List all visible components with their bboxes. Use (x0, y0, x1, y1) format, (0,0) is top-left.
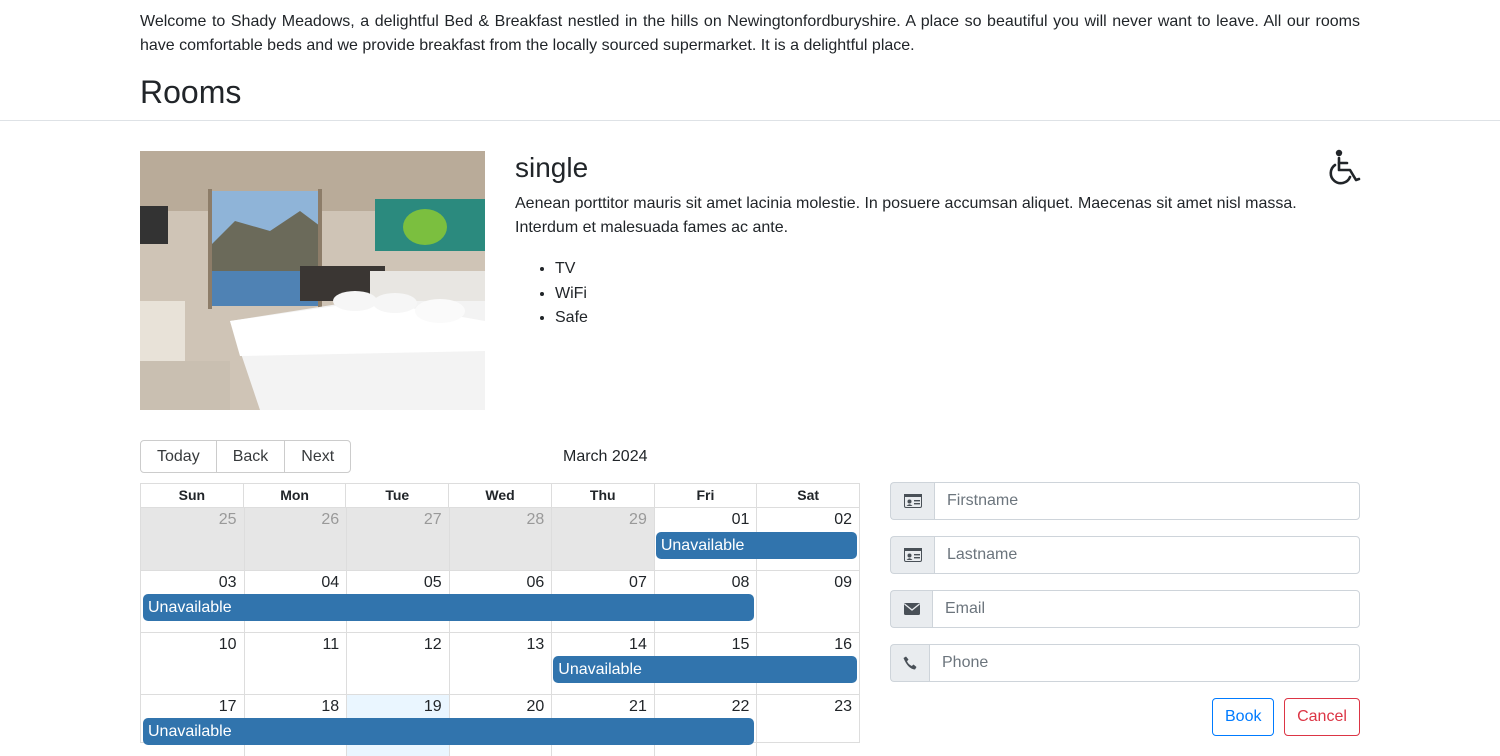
lastname-input[interactable] (934, 536, 1360, 574)
day-number: 18 (321, 698, 340, 715)
unavailable-event[interactable]: Unavailable (655, 532, 857, 559)
day-number: 22 (731, 698, 750, 715)
day-number: 19 (423, 698, 442, 715)
firstname-group (890, 482, 1360, 520)
weekday-label: Mon (242, 484, 346, 507)
day-number: 14 (629, 636, 647, 653)
calendar-day-cell[interactable]: 12 (346, 633, 449, 694)
email-input[interactable] (932, 590, 1360, 628)
day-number: 08 (731, 574, 750, 591)
day-number: 23 (834, 698, 852, 715)
feature-item: Safe (555, 306, 588, 331)
day-number: 15 (731, 636, 750, 653)
calendar-day-cell[interactable]: 28 (448, 508, 552, 570)
today-button[interactable]: Today (140, 440, 217, 473)
feature-item: WiFi (555, 282, 588, 307)
calendar-day-cell[interactable]: 13 (448, 633, 552, 694)
back-button[interactable]: Back (215, 440, 286, 473)
calendar-day-cell[interactable]: 11 (243, 633, 347, 694)
envelope-icon (890, 590, 932, 628)
section-divider (0, 120, 1500, 121)
day-number: 11 (322, 636, 340, 653)
room-features-list: TV WiFi Safe (515, 257, 588, 331)
day-number: 04 (321, 574, 340, 591)
day-number: 17 (218, 698, 237, 715)
day-number: 25 (218, 511, 237, 528)
lastname-group (890, 536, 1360, 574)
calendar-month-label: March 2024 (563, 448, 648, 465)
day-number: 13 (526, 636, 545, 653)
room-description: Aenean porttitor mauris sit amet lacinia… (515, 195, 1297, 236)
next-button[interactable]: Next (284, 440, 352, 473)
unavailable-event[interactable]: Unavailable (553, 656, 857, 683)
wheelchair-icon (1326, 148, 1362, 186)
book-button[interactable]: Book (1212, 698, 1274, 736)
weekday-label: Wed (448, 484, 551, 507)
unavailable-event[interactable]: Unavailable (143, 594, 755, 621)
feature-item: TV (555, 257, 588, 282)
firstname-input[interactable] (934, 482, 1360, 520)
day-number: 05 (423, 574, 442, 591)
cancel-button[interactable]: Cancel (1284, 698, 1360, 736)
day-number: 12 (423, 636, 442, 653)
weekday-header: Sun Mon Tue Wed Thu Fri Sat (141, 484, 859, 508)
id-card-icon (890, 482, 934, 520)
booking-calendar: Sun Mon Tue Wed Thu Fri Sat 25 26 27 28 29 01… (140, 483, 860, 756)
day-number: 21 (629, 698, 647, 715)
day-number: 16 (834, 636, 852, 653)
day-number: 03 (218, 574, 237, 591)
rooms-heading: Rooms (140, 74, 242, 110)
weekday-label: Fri (653, 484, 757, 507)
day-number: 20 (526, 698, 545, 715)
calendar-day-cell[interactable]: 23 (756, 695, 859, 756)
day-number: 06 (526, 574, 545, 591)
phone-group (890, 644, 1360, 682)
email-group (890, 590, 1360, 628)
calendar-day-cell[interactable]: 27 (346, 508, 449, 570)
day-number: 01 (731, 511, 750, 528)
id-card-icon (890, 536, 934, 574)
calendar-day-cell[interactable]: 29 (551, 508, 654, 570)
calendar-nav: Today Back Next (140, 440, 352, 473)
day-number: 09 (834, 574, 852, 591)
calendar-day-cell[interactable]: 09 (756, 571, 859, 632)
calendar-day-cell[interactable]: 25 (141, 508, 244, 570)
phone-input[interactable] (929, 644, 1360, 682)
room-photo (140, 151, 485, 410)
weekday-label: Thu (550, 484, 654, 507)
unavailable-event[interactable]: Unavailable (143, 718, 755, 745)
day-number: 02 (834, 511, 852, 528)
weekday-label: Sat (756, 484, 859, 507)
calendar-day-cell[interactable]: 10 (141, 633, 244, 694)
welcome-text: Welcome to Shady Meadows, a delightful B… (140, 13, 1360, 54)
day-number: 10 (218, 636, 237, 653)
day-number: 29 (629, 511, 647, 528)
weekday-label: Sun (178, 487, 206, 503)
day-number: 26 (321, 511, 340, 528)
phone-icon (890, 644, 929, 682)
calendar-day-cell[interactable]: 26 (243, 508, 347, 570)
day-number: 28 (526, 511, 545, 528)
weekday-label: Tue (345, 484, 448, 507)
day-number: 27 (423, 511, 442, 528)
room-type-title: single (515, 152, 589, 183)
day-number: 07 (629, 574, 647, 591)
